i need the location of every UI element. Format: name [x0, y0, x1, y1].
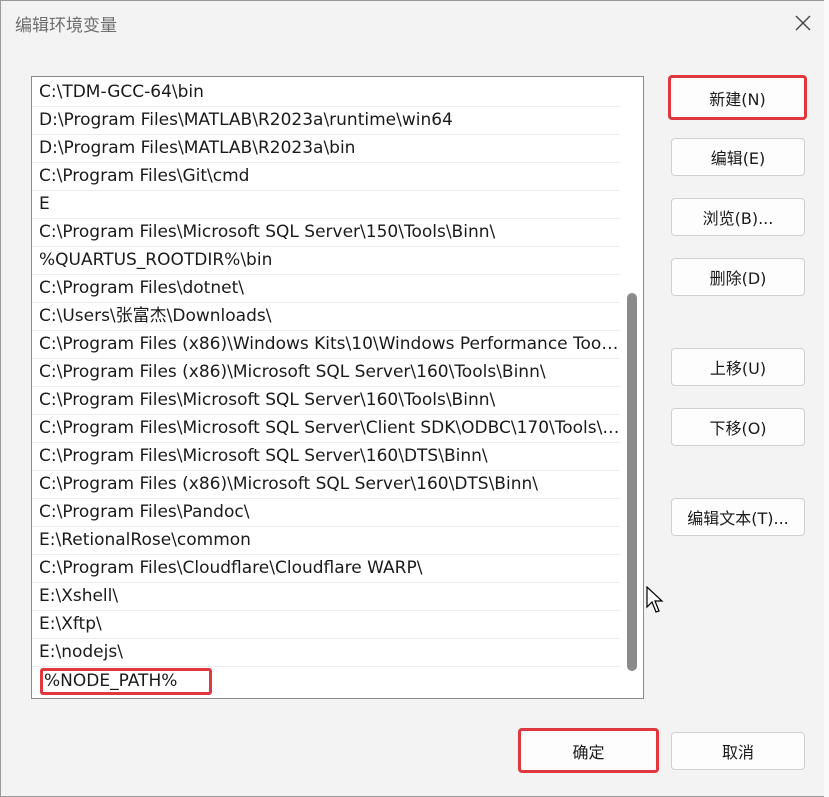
path-list-item[interactable]: C:\Program Files (x86)\Microsoft SQL Ser… [32, 471, 620, 499]
path-list-item[interactable]: D:\Program Files\MATLAB\R2023a\runtime\w… [32, 107, 620, 135]
path-list-item[interactable]: C:\Program Files\Git\cmd [32, 163, 620, 191]
path-list-item[interactable]: D:\Program Files\MATLAB\R2023a\bin [32, 135, 620, 163]
path-list-item[interactable]: C:\Program Files\Microsoft SQL Server\Cl… [32, 415, 620, 443]
dialog-title: 编辑环境变量 [15, 16, 117, 36]
move-up-button[interactable]: 上移(U) [671, 348, 805, 386]
mouse-pointer-icon [646, 586, 664, 613]
path-list-item[interactable]: C:\Program Files\dotnet\ [32, 275, 620, 303]
path-list-item[interactable]: C:\Program Files\Microsoft SQL Server\16… [32, 443, 620, 471]
background-strip [824, 0, 829, 797]
path-list-item[interactable]: E:\RetionalRose\common [32, 527, 620, 555]
path-list-item[interactable]: C:\TDM-GCC-64\bin [32, 79, 620, 107]
browse-button[interactable]: 浏览(B)... [671, 198, 805, 236]
move-down-button[interactable]: 下移(O) [671, 408, 805, 446]
path-edit-input[interactable]: %NODE_PATH% [40, 668, 212, 695]
edit-env-variable-dialog: 编辑环境变量 C:\TDM-GCC-64\bin D:\Program Files… [0, 0, 829, 797]
path-list-item[interactable]: E [32, 191, 620, 219]
path-list-item[interactable]: C:\Program Files\Microsoft SQL Server\16… [32, 387, 620, 415]
path-list[interactable]: C:\TDM-GCC-64\bin D:\Program Files\MATLAB… [31, 76, 644, 699]
close-icon [795, 15, 811, 31]
path-list-item[interactable]: C:\Program Files (x86)\Microsoft SQL Ser… [32, 359, 620, 387]
path-list-item[interactable]: E:\Xftp\ [32, 611, 620, 639]
edit-text-button[interactable]: 编辑文本(T)... [671, 498, 805, 536]
path-list-item[interactable]: C:\Program Files\Microsoft SQL Server\15… [32, 219, 620, 247]
path-list-item[interactable]: E:\nodejs\ [32, 639, 620, 667]
path-list-item[interactable]: C:\Users\张富杰\Downloads\ [32, 303, 620, 331]
path-list-item[interactable]: E:\Xshell\ [32, 583, 620, 611]
path-list-item[interactable]: C:\Program Files\Pandoc\ [32, 499, 620, 527]
cancel-button[interactable]: 取消 [671, 732, 805, 770]
edit-button[interactable]: 编辑(E) [671, 138, 805, 176]
path-list-item[interactable]: C:\Program Files (x86)\Windows Kits\10\W… [32, 331, 620, 359]
path-list-item[interactable]: C:\Program Files\Cloudflare\Cloudflare W… [32, 555, 620, 583]
scrollbar-thumb[interactable] [627, 293, 637, 671]
path-list-item[interactable]: %QUARTUS_ROOTDIR%\bin [32, 247, 620, 275]
new-button[interactable]: 新建(N) [668, 75, 807, 120]
close-button[interactable] [787, 7, 819, 39]
ok-button[interactable]: 确定 [518, 728, 659, 773]
delete-button[interactable]: 删除(D) [671, 258, 805, 296]
